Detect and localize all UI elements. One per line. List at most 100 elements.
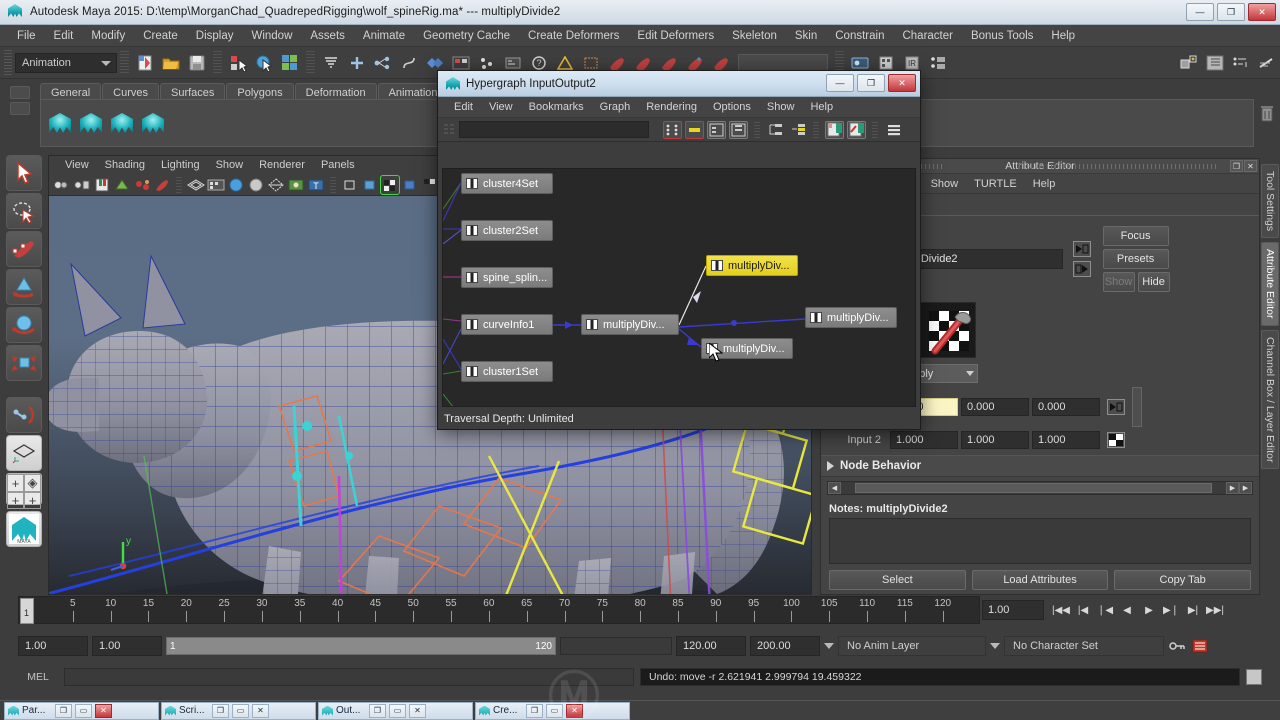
sample-swatch[interactable] [920, 302, 977, 358]
close-button[interactable]: ✕ [1248, 3, 1276, 21]
playback-button-7[interactable]: ▶▶| [1205, 599, 1225, 621]
hide-button[interactable]: Hide [1137, 272, 1170, 292]
panel-drag-dots-right[interactable] [1019, 164, 1219, 169]
occlusion-icon[interactable] [380, 174, 400, 195]
character-set-selector[interactable]: No Character Set [1004, 636, 1164, 656]
menu-item-window[interactable]: Window [242, 28, 301, 44]
freeform-layout-icon[interactable] [788, 121, 807, 139]
attribute-scrollbar-thumb[interactable] [1132, 387, 1142, 427]
playback-button-1[interactable]: |◀ [1073, 599, 1093, 621]
taskbar-window[interactable]: Out... ❐ ▭ ✕ [318, 701, 473, 720]
anim-layer-dropdown-icon[interactable] [824, 643, 834, 649]
hypergraph-menu-bookmarks[interactable]: Bookmarks [521, 101, 592, 113]
hypergraph-menu-help[interactable]: Help [802, 101, 841, 113]
toolbar-grip[interactable] [4, 49, 12, 76]
shelf-item-maya-2[interactable] [78, 110, 104, 136]
select-output-node-icon[interactable] [1072, 261, 1091, 277]
snap-to-grid-icon[interactable] [319, 51, 343, 75]
layout-single-perspective-icon[interactable] [6, 435, 42, 471]
hypergraph-node[interactable]: cluster2Set [461, 220, 553, 241]
hypergraph-minimize-button[interactable]: — [826, 74, 854, 92]
shadows-icon[interactable] [361, 176, 379, 194]
snap-to-point-icon[interactable] [371, 51, 395, 75]
hypergraph-search-input[interactable] [459, 121, 649, 138]
playback-start-field[interactable]: 1.00 [92, 636, 162, 656]
paint-selection-tool-icon[interactable] [6, 231, 42, 267]
hypergraph-menu-rendering[interactable]: Rendering [638, 101, 705, 113]
hypergraph-node[interactable]: multiplyDiv... [706, 255, 798, 276]
isolate-select-icon[interactable] [341, 176, 359, 194]
panel-undock-icon[interactable]: ❐ [1230, 160, 1243, 172]
bookmarks-icon[interactable] [93, 176, 111, 194]
playback-button-6[interactable]: ▶| [1183, 599, 1203, 621]
hypergraph-title-bar[interactable]: Hypergraph InputOutput2 — ❐ ✕ [438, 71, 920, 97]
viewport-menu-lighting[interactable]: Lighting [153, 159, 208, 171]
focus-button[interactable]: Focus [1102, 226, 1169, 246]
x-ray-icon[interactable] [267, 176, 285, 194]
current-time-field[interactable]: 1.00 [982, 600, 1044, 620]
viewport-menu-panels[interactable]: Panels [313, 159, 363, 171]
select-tool-icon[interactable] [6, 155, 42, 191]
layout-quad-view-icon[interactable]: + ◈ + + [6, 473, 42, 509]
move-tool-icon[interactable] [6, 269, 42, 305]
menu-item-assets[interactable]: Assets [301, 28, 354, 44]
menu-item-help[interactable]: Help [1042, 28, 1084, 44]
minimize-button[interactable]: — [1186, 3, 1214, 21]
playback-button-5[interactable]: ▶❘ [1161, 599, 1181, 621]
last-tool-used-icon[interactable] [6, 397, 42, 433]
hypergraph-maximize-button[interactable]: ❐ [857, 74, 885, 92]
taskbar-close-button[interactable]: ✕ [95, 703, 112, 718]
playback-button-3[interactable]: ◀ [1117, 599, 1137, 621]
hypergraph-toolbar-grip[interactable] [442, 122, 456, 138]
input1-y-field[interactable]: 0.000 [961, 398, 1029, 416]
script-editor-icon[interactable] [1246, 669, 1262, 685]
input2-y-field[interactable]: 1.000 [961, 431, 1029, 449]
input1-z-field[interactable]: 0.000 [1032, 398, 1100, 416]
taskbar-minimize-button[interactable]: ▭ [546, 703, 563, 718]
shelf-options-menu-button[interactable] [10, 102, 30, 115]
taskbar-minimize-button[interactable]: ▭ [232, 703, 249, 718]
presets-button[interactable]: Presets [1102, 249, 1169, 269]
taskbar-close-button[interactable]: ✕ [252, 703, 269, 718]
menu-item-modify[interactable]: Modify [82, 28, 134, 44]
anim-layer-selector[interactable]: No Anim Layer [838, 636, 986, 656]
menu-item-skeleton[interactable]: Skeleton [723, 28, 786, 44]
vertical-tab-attribute-editor[interactable]: Attribute Editor [1261, 242, 1279, 326]
hypergraph-node[interactable]: cluster1Set [461, 361, 553, 382]
auto-key-icon[interactable] [1168, 640, 1186, 652]
shelf-item-maya-1[interactable] [47, 110, 73, 136]
menu-item-bonus-tools[interactable]: Bonus Tools [962, 28, 1042, 44]
channel-box-toggle-icon[interactable] [1229, 51, 1253, 75]
taskbar-close-button[interactable]: ✕ [566, 703, 583, 718]
hardware-texturing-icon[interactable] [207, 176, 225, 194]
lighting-toggle-icon[interactable] [287, 176, 305, 194]
current-frame-indicator[interactable]: 1 [20, 598, 34, 624]
toggle-sidebar-icon[interactable] [1177, 51, 1201, 75]
shade-options-icon[interactable] [247, 176, 265, 194]
shelf-item-maya-4[interactable] [140, 110, 166, 136]
select-by-component-icon[interactable] [278, 51, 302, 75]
list-menu-icon[interactable] [884, 121, 903, 139]
playback-button-0[interactable]: |◀◀ [1051, 599, 1071, 621]
hypergraph-node[interactable]: multiplyDiv... [805, 307, 897, 328]
image-plane-icon[interactable] [113, 176, 131, 194]
motion-blur-icon[interactable] [401, 176, 419, 194]
load-attributes-button[interactable]: Load Attributes [971, 570, 1109, 590]
viewport-menu-show[interactable]: Show [208, 159, 252, 171]
new-scene-icon[interactable] [133, 51, 157, 75]
select-by-object-icon[interactable] [252, 51, 276, 75]
shelf-trash-icon[interactable] [1258, 103, 1276, 123]
layout-quad-cell-1[interactable]: + [7, 474, 24, 492]
playback-end-field[interactable]: 120.00 [676, 636, 746, 656]
menu-item-character[interactable]: Character [893, 28, 962, 44]
add-light-icon[interactable] [133, 176, 151, 194]
hypergraph-menu-graph[interactable]: Graph [592, 101, 639, 113]
layout-quad-cell-3[interactable]: + [7, 492, 24, 509]
menu-item-skin[interactable]: Skin [786, 28, 826, 44]
command-input[interactable] [64, 668, 634, 686]
menu-item-edit[interactable]: Edit [45, 28, 83, 44]
taskbar-restore-button[interactable]: ❐ [369, 703, 386, 718]
scroll-right-icon[interactable]: ▶ [1226, 482, 1239, 494]
hypergraph-node[interactable]: multiplyDiv... [581, 314, 679, 335]
ae-menu-help[interactable]: Help [1025, 178, 1064, 190]
